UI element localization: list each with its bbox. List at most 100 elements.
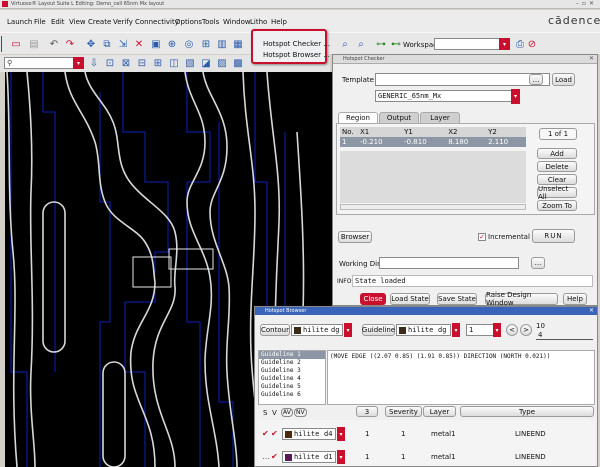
- menu-item-view[interactable]: View: [69, 18, 86, 26]
- menu-item-create[interactable]: Create: [88, 18, 111, 26]
- measure-icon[interactable]: ⊞: [152, 57, 164, 69]
- contour-button[interactable]: Contour: [260, 324, 290, 336]
- table-row[interactable]: ✔ ✔ hilite d4 ▾ 1 1 metal1 LINEEND: [258, 426, 595, 442]
- close-button[interactable]: Close: [360, 293, 386, 305]
- menu-item-window[interactable]: Window: [223, 18, 251, 26]
- unselect-all-button[interactable]: Unselect All: [537, 185, 577, 201]
- guideline-item[interactable]: Guideline 2: [259, 359, 325, 367]
- template-browse-button[interactable]: …: [529, 74, 543, 85]
- probe-icon[interactable]: ◫: [168, 57, 180, 69]
- window-controls[interactable]: –▫✕: [576, 0, 597, 7]
- menu-item-edit[interactable]: Edit: [51, 18, 65, 26]
- incremental-checkbox[interactable]: ✓: [478, 233, 486, 241]
- table-row[interactable]: … ✔ hilite d1 ▾ 1 1 metal1 LINEEND: [258, 449, 595, 465]
- move-icon[interactable]: ✥: [85, 38, 97, 50]
- template-input[interactable]: [375, 73, 550, 86]
- connect-icon[interactable]: ⊶: [375, 38, 387, 50]
- undo-icon[interactable]: ↶: [48, 38, 60, 50]
- zoom-to-button[interactable]: Zoom To: [537, 200, 577, 211]
- template-select-dropdown[interactable]: ▾: [511, 89, 520, 104]
- guideline-item[interactable]: Guideline 4: [259, 375, 325, 383]
- working-dir-input[interactable]: [379, 257, 519, 269]
- row-layer-dropdown[interactable]: ▾: [337, 427, 345, 441]
- drc-icon[interactable]: ▧: [184, 57, 196, 69]
- zoom-in-icon[interactable]: ⌕: [339, 38, 351, 50]
- contour-dropdown[interactable]: ▾: [344, 323, 352, 337]
- menu-item-options[interactable]: Options: [175, 18, 202, 26]
- tab-layer[interactable]: Layer: [420, 112, 460, 123]
- filter-icon[interactable]: ⇩: [88, 57, 100, 69]
- count-current[interactable]: 4: [536, 330, 593, 340]
- copy-icon[interactable]: ⧉: [101, 38, 113, 50]
- menu-item-file[interactable]: File: [34, 18, 46, 26]
- save-icon[interactable]: ▤: [28, 38, 40, 50]
- row-checkbox-v[interactable]: ✔: [271, 429, 278, 438]
- row-checkbox-v[interactable]: ✔: [271, 452, 278, 461]
- tab-output[interactable]: Output: [379, 112, 419, 123]
- menu-hotspot-browser[interactable]: Hotspot Browser ...: [263, 51, 330, 59]
- guideline-item[interactable]: Guideline 1: [259, 351, 325, 359]
- delete-icon[interactable]: ✕: [133, 38, 145, 50]
- prev-button[interactable]: <: [506, 324, 518, 336]
- row-checkbox-s[interactable]: ✔: [262, 429, 269, 438]
- grid-icon[interactable]: ▦: [232, 38, 244, 50]
- row-layer-select[interactable]: hilite d1: [282, 451, 336, 463]
- redo-icon[interactable]: ↷: [64, 38, 76, 50]
- select-all-icon[interactable]: ⊡: [104, 57, 116, 69]
- working-dir-browse-button[interactable]: ...: [531, 257, 545, 269]
- region-table-scrollbar[interactable]: [340, 204, 526, 210]
- marker-icon[interactable]: ◪: [200, 57, 212, 69]
- column-type-header[interactable]: Type: [460, 406, 594, 417]
- new-icon[interactable]: ▭: [10, 38, 22, 50]
- guideline-dropdown[interactable]: ▾: [452, 323, 460, 337]
- zoom-out-icon[interactable]: ⌕: [355, 38, 367, 50]
- help-button[interactable]: Help: [563, 293, 587, 305]
- menu-item-tools[interactable]: Tools: [202, 18, 219, 26]
- table-row[interactable]: 1 -0.210 -0.810 8.180 2.110: [340, 137, 526, 147]
- menu-item-launch[interactable]: Launch: [7, 18, 32, 26]
- save-state-button[interactable]: Save State: [437, 293, 477, 305]
- workspace-save-icon[interactable]: ⎙: [514, 38, 526, 50]
- workspace-dropdown-button[interactable]: ▾: [499, 38, 510, 50]
- guideline-layer-select[interactable]: hilite dg: [396, 324, 451, 336]
- stretch-icon[interactable]: ⇲: [117, 38, 129, 50]
- column-3-header[interactable]: 3: [356, 406, 378, 417]
- row-layer-dropdown[interactable]: ▾: [337, 450, 345, 464]
- menu-item-connectivity[interactable]: Connectivity: [135, 18, 179, 26]
- zoom-fit-icon[interactable]: ⊕: [166, 38, 178, 50]
- properties-icon[interactable]: ▣: [150, 38, 162, 50]
- row-checkbox-s[interactable]: …: [262, 452, 270, 461]
- guideline-item[interactable]: Guideline 6: [259, 391, 325, 399]
- index-dropdown[interactable]: ▾: [493, 323, 501, 337]
- guideline-item[interactable]: Guideline 3: [259, 367, 325, 375]
- raise-design-window-button[interactable]: Raise Design Window: [485, 291, 558, 307]
- workspace-delete-icon[interactable]: ⊘: [526, 38, 538, 50]
- route-icon[interactable]: ⊷: [390, 38, 402, 50]
- menu-hotspot-checker[interactable]: Hotspot Checker ...: [263, 40, 330, 48]
- search-dropdown-button[interactable]: ▾: [73, 57, 84, 69]
- next-button[interactable]: >: [520, 324, 532, 336]
- hierarchy-icon[interactable]: ◎: [183, 38, 195, 50]
- layer-icon[interactable]: ▥: [216, 38, 228, 50]
- shape-icon[interactable]: ▨: [216, 57, 228, 69]
- ruler-icon[interactable]: ⊞: [200, 38, 212, 50]
- menu-item-litho[interactable]: Litho: [250, 18, 267, 26]
- delete-button[interactable]: Delete: [537, 161, 577, 172]
- browser-close-icon[interactable]: ✕: [589, 307, 594, 314]
- snap-icon[interactable]: ⊟: [136, 57, 148, 69]
- run-button[interactable]: RUN: [532, 229, 575, 243]
- menu-item-verify[interactable]: Verify: [113, 18, 133, 26]
- browser-button[interactable]: Browser: [338, 231, 372, 243]
- load-state-button[interactable]: Load State: [390, 293, 430, 305]
- column-layer-header[interactable]: Layer: [423, 406, 456, 417]
- guideline-button[interactable]: Guideline: [362, 324, 395, 336]
- dialog-close-icon[interactable]: ✕: [589, 55, 594, 62]
- guideline-item[interactable]: Guideline 5: [259, 383, 325, 391]
- row-layer-select[interactable]: hilite d4: [282, 428, 336, 440]
- column-severity-header[interactable]: Severity: [385, 406, 422, 417]
- template-select[interactable]: GENERIC_65nm_Mx: [375, 90, 517, 102]
- tab-region[interactable]: Region: [338, 112, 378, 123]
- contour-layer-select[interactable]: hilite dg: [291, 324, 343, 336]
- add-button[interactable]: Add: [537, 148, 577, 159]
- load-button[interactable]: Load: [552, 73, 575, 86]
